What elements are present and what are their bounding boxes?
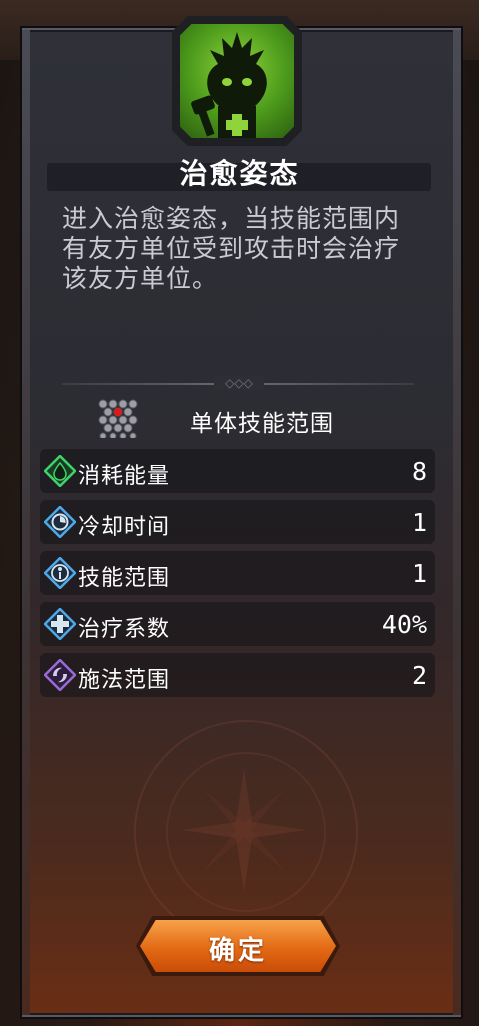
stat-label: 治疗系数 [78, 617, 171, 642]
stat-row-heal-coefficient: 治疗系数 40% [40, 602, 435, 646]
cast-range-icon [44, 659, 76, 691]
skill-range-icon [44, 557, 76, 589]
stat-row-skill-range: 技能范围 1 [40, 551, 435, 595]
cooldown-icon [44, 506, 76, 538]
stat-row-energy-cost: 消耗能量 8 [40, 449, 435, 493]
skill-description: 进入治愈姿态，当技能范围内有友方单位受到攻击时会治疗该友方单位。 [62, 204, 401, 293]
confirm-button-label: 确定 [208, 936, 267, 966]
stat-value: 2 [411, 661, 427, 690]
stat-label: 冷却时间 [78, 515, 171, 540]
stat-row-cooldown: 冷却时间 1 [40, 500, 435, 544]
energy-icon [44, 455, 76, 487]
range-label: 单体技能范围 [190, 411, 334, 437]
healing-stance-icon [191, 32, 267, 138]
range-grid-icon [98, 399, 138, 438]
confirm-button[interactable]: 确定 [136, 916, 340, 976]
stat-value: 1 [411, 508, 427, 537]
skill-icon-frame [172, 16, 302, 146]
stat-value: 8 [411, 457, 427, 486]
divider-ornament-icon: ◇◇◇ [214, 376, 264, 390]
skill-range-row: 单体技能范围 [96, 398, 396, 440]
stat-value: 40% [381, 610, 427, 639]
stat-label: 技能范围 [78, 566, 171, 591]
skill-title: 治愈姿态 [179, 157, 300, 190]
heal-coefficient-icon [44, 608, 76, 640]
stat-label: 消耗能量 [78, 464, 171, 489]
stat-label: 施法范围 [78, 668, 171, 693]
compass-star-decoration [182, 768, 306, 892]
stat-value: 1 [411, 559, 427, 588]
stat-row-cast-range: 施法范围 2 [40, 653, 435, 697]
skill-icon-background [180, 24, 294, 138]
